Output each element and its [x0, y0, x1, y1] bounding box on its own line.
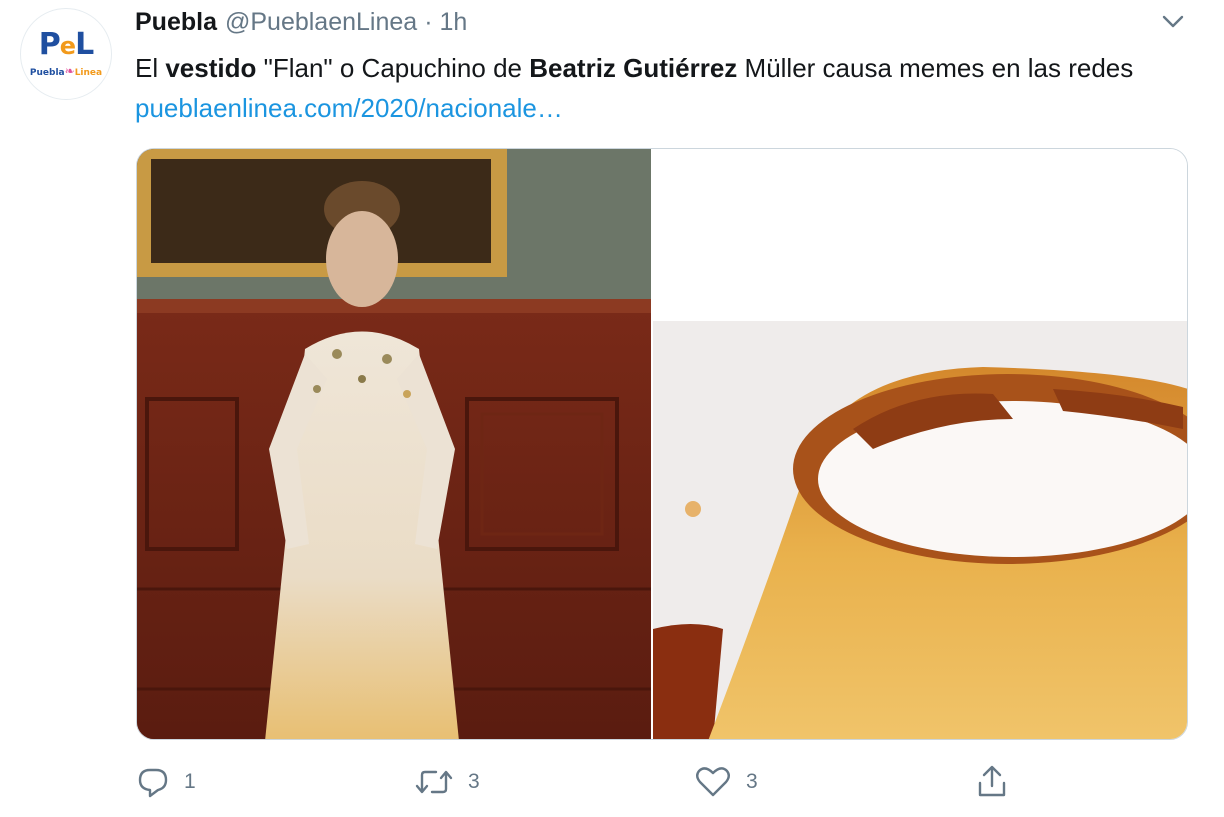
text-part: Müller causa memes en las redes: [737, 53, 1134, 83]
woman-in-cream-dress-photo[interactable]: [137, 149, 652, 739]
text-bold-name[interactable]: Beatriz Gutiérrez: [529, 53, 737, 83]
tweet-card[interactable]: PeL Puebla❧Linea Puebla @PueblaenLinea ·…: [0, 0, 1224, 817]
user-handle[interactable]: @PueblaenLinea: [225, 8, 417, 37]
text-part: El: [135, 53, 166, 83]
reply-icon: [138, 768, 168, 798]
avatar[interactable]: PeL Puebla❧Linea: [20, 8, 112, 100]
like-count: 3: [746, 770, 758, 793]
retweet-button[interactable]: 3: [414, 762, 480, 802]
photo-illustration: [137, 149, 652, 739]
media-grid: [136, 148, 1188, 740]
avatar-logo-subtitle: Puebla❧Linea: [29, 64, 103, 78]
text-part: "Flan" o Capuchino de: [256, 53, 530, 83]
tweet-actions: 1 3 3: [0, 758, 1224, 808]
share-icon: [978, 765, 1006, 797]
tweet-text: El vestido "Flan" o Capuchino de Beatriz…: [135, 48, 1195, 128]
separator-dot: ·: [424, 8, 433, 36]
reply-count: 1: [184, 770, 196, 793]
retweet-icon: [415, 770, 453, 794]
avatar-logo: PeL: [38, 27, 94, 62]
share-button[interactable]: [975, 762, 1009, 802]
chevron-down-icon: [1162, 15, 1184, 28]
article-link[interactable]: pueblaenlinea.com/2020/nacionale…: [135, 93, 563, 123]
photo-illustration: [653, 149, 1187, 739]
heart-icon: [696, 767, 730, 797]
flan-dessert-photo[interactable]: [653, 149, 1187, 739]
reply-button[interactable]: 1: [136, 762, 196, 802]
retweet-count: 3: [468, 770, 480, 793]
more-options-button[interactable]: [1158, 10, 1188, 34]
text-bold-vestido[interactable]: vestido: [165, 53, 256, 83]
tweet-header: Puebla @PueblaenLinea · 1h: [135, 8, 467, 40]
tweet-timestamp[interactable]: 1h: [440, 8, 468, 37]
like-button[interactable]: 3: [694, 762, 758, 802]
display-name[interactable]: Puebla: [135, 8, 217, 37]
